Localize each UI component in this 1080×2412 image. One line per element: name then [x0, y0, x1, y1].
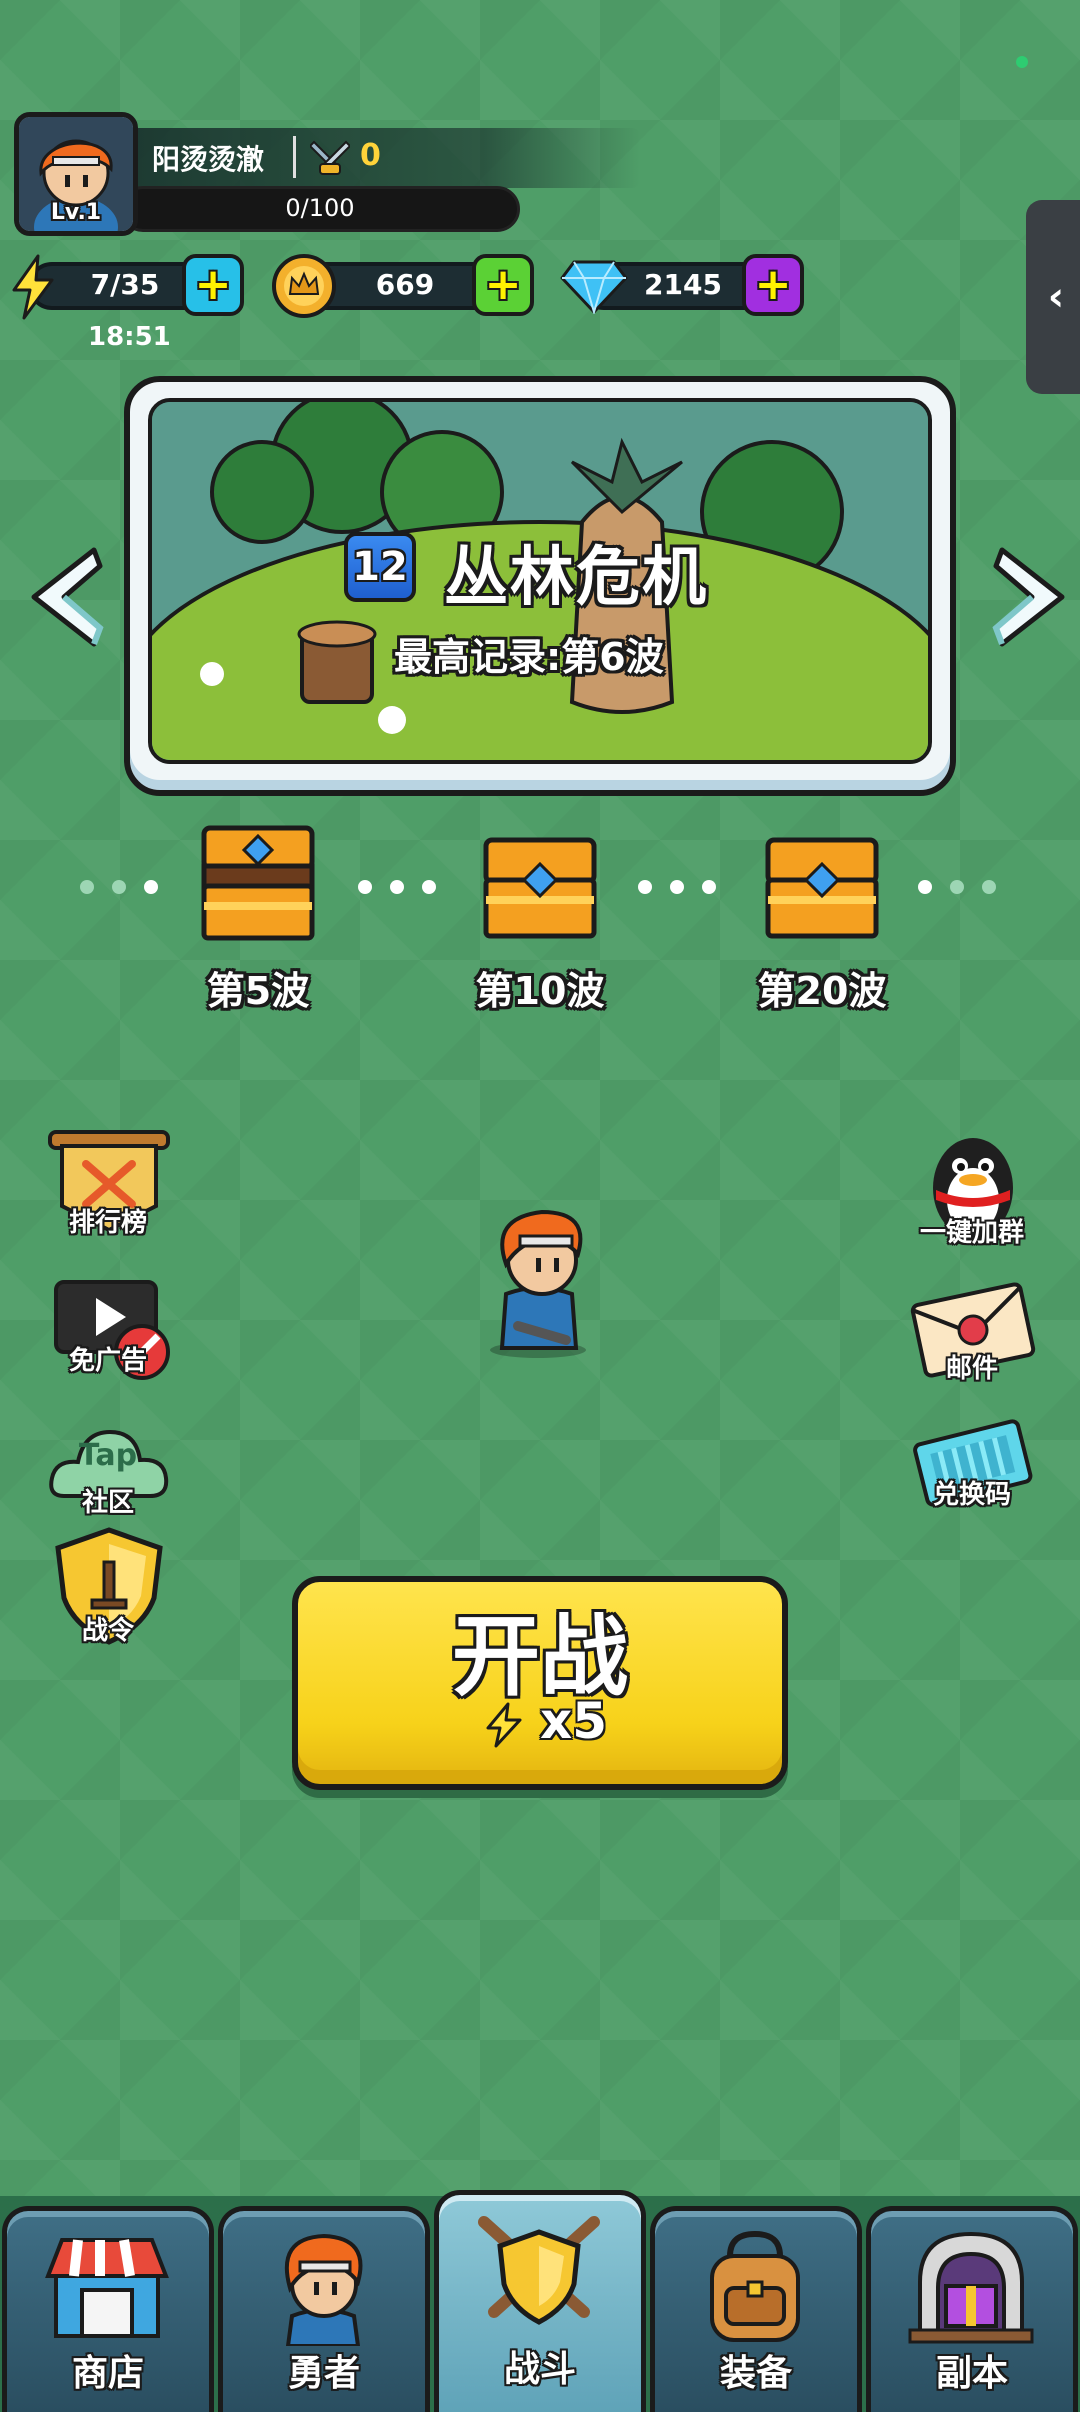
lightning-icon [486, 1702, 522, 1748]
player-level: Lv.1 [50, 200, 102, 225]
progress-dot [390, 880, 404, 894]
hero-character-sprite[interactable] [480, 1198, 600, 1360]
battle-shield-swords-icon [478, 2216, 600, 2325]
gold-value: 669 [375, 268, 435, 301]
progress-dot [638, 880, 652, 894]
stage-best-record: 最高记录:第6波 [394, 635, 664, 679]
nav-label-hero: 勇者 [287, 2353, 360, 2394]
backpack-icon [710, 2230, 800, 2342]
nav-label-dungeon: 副本 [935, 2353, 1008, 2394]
name-divider [293, 136, 296, 178]
plus-icon: + [484, 259, 522, 310]
diamond-icon [560, 260, 628, 314]
reward-wave-label: 第20波 [757, 969, 887, 1013]
plus-icon: + [754, 259, 792, 310]
progress-dot [950, 880, 964, 894]
progress-dot [358, 880, 372, 894]
chevron-left-icon: ‹ [1047, 274, 1065, 320]
community-label: 社区 [81, 1488, 134, 1518]
no-ads-label: 免广告 [68, 1346, 147, 1376]
side-panel-toggle[interactable]: ‹ [1026, 200, 1080, 394]
trophy-count: 0 [360, 138, 381, 173]
nav-label-shop: 商店 [71, 2353, 144, 2394]
energy-timer: 18:51 [88, 322, 171, 352]
chest-icon[interactable] [760, 830, 884, 954]
next-stage-arrow-icon[interactable] [986, 544, 1078, 650]
stage-number-badge: 12 [344, 532, 416, 602]
dungeon-gate-icon [908, 2231, 1034, 2344]
reward-wave-label: 第5波 [206, 969, 310, 1013]
mail-label: 邮件 [945, 1354, 998, 1384]
nav-label-battle: 战斗 [503, 2349, 576, 2390]
progress-dot [422, 880, 436, 894]
add-energy-button[interactable]: + [182, 254, 244, 316]
progress-dot [982, 880, 996, 894]
gold-coin-icon [272, 254, 336, 318]
gem-value: 2145 [644, 268, 722, 301]
progress-dot [702, 880, 716, 894]
chest-icon[interactable] [196, 822, 320, 946]
plus-icon: + [194, 259, 232, 310]
lightning-icon [12, 254, 54, 320]
progress-dot [144, 880, 158, 894]
shop-icon [45, 2238, 169, 2338]
progress-dot [112, 880, 126, 894]
stage-title: 丛林危机 [444, 541, 708, 615]
crossed-swords-icon [310, 140, 350, 175]
progress-dot [80, 880, 94, 894]
add-gems-button[interactable]: + [742, 254, 804, 316]
leaderboard-label: 排行榜 [68, 1208, 147, 1238]
status-dot [1016, 56, 1028, 68]
energy-value: 7/35 [90, 268, 160, 301]
exp-text: 0/100 [285, 194, 355, 222]
reward-wave-label: 第10波 [475, 969, 605, 1013]
add-gold-button[interactable]: + [472, 254, 534, 316]
hero-icon [284, 2233, 363, 2346]
progress-dot [918, 880, 932, 894]
join-group-label: 一键加群 [919, 1218, 1024, 1248]
community-logo-text: Tap [78, 1438, 138, 1473]
progress-dot [670, 880, 684, 894]
battle-energy-cost: x5 [540, 1692, 608, 1750]
chest-icon[interactable] [478, 830, 602, 954]
redeem-code-label: 兑换码 [932, 1480, 1011, 1510]
prev-stage-arrow-icon[interactable] [18, 544, 110, 650]
battle-pass-label: 战令 [81, 1616, 134, 1646]
player-name: 阳烫烫澈 [152, 143, 265, 176]
nav-label-equipment: 装备 [719, 2353, 792, 2394]
